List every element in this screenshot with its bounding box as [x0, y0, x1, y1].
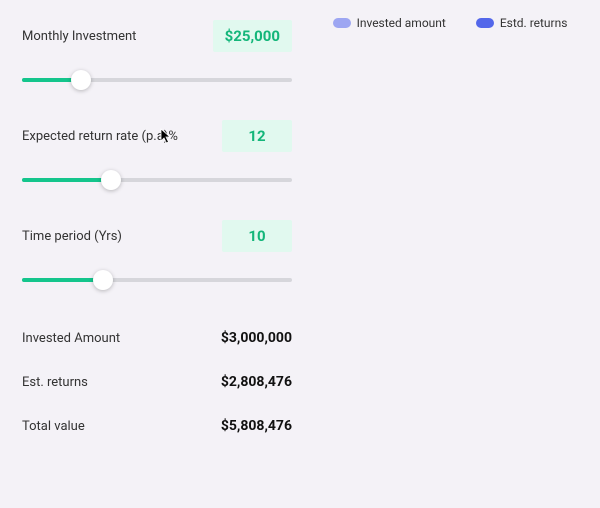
monthly-investment-group: Monthly Investment $25,000	[22, 20, 292, 90]
invested-amount-row: Invested Amount $3,000,000	[22, 330, 292, 346]
monthly-investment-slider[interactable]	[22, 70, 292, 90]
donut-chart	[340, 60, 560, 280]
monthly-investment-label: Monthly Investment	[22, 29, 136, 44]
legend-swatch-returns	[476, 18, 494, 28]
est-returns-row: Est. returns $2,808,476	[22, 374, 292, 390]
est-returns-value: $2,808,476	[221, 374, 292, 390]
time-period-group: Time period (Yrs) 10	[22, 220, 292, 290]
legend-invested-label: Invested amount	[357, 16, 446, 30]
total-value-row: Total value $5,808,476	[22, 418, 292, 434]
legend-returns: Estd. returns	[476, 16, 568, 30]
invested-amount-label: Invested Amount	[22, 331, 120, 346]
return-rate-slider[interactable]	[22, 170, 292, 190]
legend-returns-label: Estd. returns	[500, 16, 568, 30]
total-value-value: $5,808,476	[221, 418, 292, 434]
monthly-investment-value[interactable]: $25,000	[213, 20, 292, 52]
time-period-label: Time period (Yrs)	[22, 229, 122, 244]
est-returns-label: Est. returns	[22, 375, 88, 390]
legend-swatch-invested	[333, 18, 351, 28]
return-rate-label: Expected return rate (p.a)%	[22, 129, 178, 144]
slider-thumb[interactable]	[93, 270, 113, 290]
time-period-value[interactable]: 10	[222, 220, 292, 252]
legend-invested: Invested amount	[333, 16, 446, 30]
donut-svg	[340, 60, 560, 280]
slider-thumb[interactable]	[71, 70, 91, 90]
inputs-panel: Monthly Investment $25,000 Expected retu…	[0, 0, 310, 508]
invested-amount-value: $3,000,000	[221, 330, 292, 346]
total-value-label: Total value	[22, 419, 85, 434]
return-rate-value[interactable]: 12	[222, 120, 292, 152]
chart-legend: Invested amount Estd. returns	[333, 16, 568, 30]
results-panel: Invested Amount $3,000,000 Est. returns …	[22, 330, 292, 434]
time-period-slider[interactable]	[22, 270, 292, 290]
return-rate-group: Expected return rate (p.a)% 12	[22, 120, 292, 190]
slider-thumb[interactable]	[101, 170, 121, 190]
chart-panel: Invested amount Estd. returns	[310, 0, 600, 508]
